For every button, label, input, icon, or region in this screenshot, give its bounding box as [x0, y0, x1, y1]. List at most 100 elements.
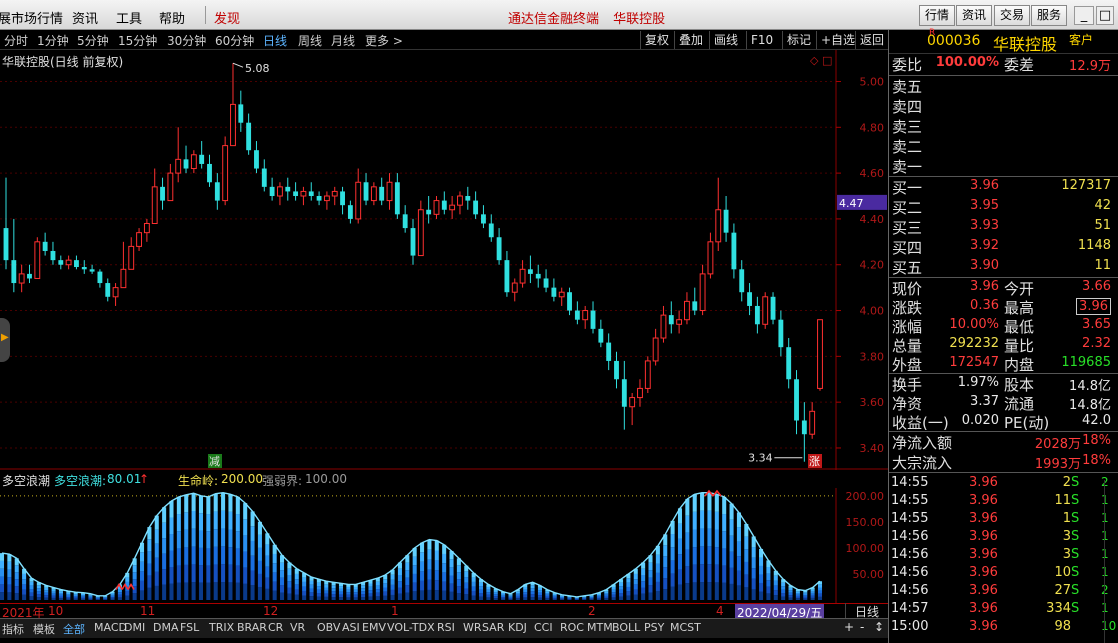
candle-body[interactable]: [778, 319, 784, 348]
period-more[interactable]: 更多 >: [365, 32, 403, 49]
tab-item[interactable]: 指标: [2, 621, 24, 637]
buy-level-row[interactable]: 买四 3.92 1148: [889, 237, 1118, 257]
tab-vr[interactable]: VR: [290, 621, 305, 634]
candle-body[interactable]: [786, 347, 792, 380]
side-panel-handle[interactable]: ▶: [0, 318, 10, 362]
minimize-icon[interactable]: _: [1074, 6, 1094, 25]
candle-body[interactable]: [519, 268, 526, 284]
candle-body[interactable]: [715, 209, 722, 243]
candle-body[interactable]: [175, 158, 182, 174]
candle-body[interactable]: [316, 196, 322, 201]
quote-row[interactable]: 涨跌 0.36 最高 3.96: [889, 297, 1118, 317]
f10-button[interactable]: F10: [746, 31, 777, 49]
tab-brar[interactable]: BRAR: [237, 621, 267, 634]
quote-row[interactable]: 现价 3.96 今开 3.66: [889, 278, 1118, 298]
candle-body[interactable]: [355, 181, 362, 220]
quote-button[interactable]: 行情: [919, 5, 956, 26]
quote-row[interactable]: 涨幅 10.00% 最低 3.65: [889, 316, 1118, 336]
candle-body[interactable]: [629, 397, 636, 408]
sell-level-row[interactable]: 卖四: [889, 96, 1118, 116]
candle-body[interactable]: [699, 273, 706, 312]
tab-mcst[interactable]: MCST: [670, 621, 701, 634]
fundamental-row[interactable]: 换手 1.97% 股本 14.8亿: [889, 374, 1118, 394]
tab-vol-tdx[interactable]: VOL-TDX: [387, 621, 435, 634]
candle-body[interactable]: [449, 204, 456, 211]
tab-obv[interactable]: OBV: [317, 621, 340, 634]
candle-body[interactable]: [285, 186, 291, 192]
tab-dma[interactable]: DMA: [153, 621, 179, 634]
candle-body[interactable]: [739, 269, 745, 293]
candle-body[interactable]: [762, 296, 769, 325]
committee-row[interactable]: 委比 100.00% 委差 12.9万: [889, 54, 1118, 75]
tab-macd[interactable]: MACD: [94, 621, 127, 634]
period-5min[interactable]: 5分钟: [77, 32, 109, 49]
zoom-in-icon[interactable]: +: [844, 620, 854, 634]
candle-body[interactable]: [363, 182, 369, 201]
candle-body[interactable]: [269, 186, 275, 197]
period-30min[interactable]: 30分钟: [167, 32, 206, 49]
price-chart[interactable]: 5.00 4.80 4.60 4.40 4.20 4.00 3.80 3.60 3.40 5.08…: [0, 50, 888, 470]
candle-body[interactable]: [692, 301, 698, 311]
candle-body[interactable]: [488, 223, 494, 238]
tick-row[interactable]: 14:56 3.96 3 S 1: [889, 529, 1118, 547]
resize-icon[interactable]: ↕: [874, 620, 884, 634]
candle-body[interactable]: [754, 305, 760, 325]
candle-body[interactable]: [535, 273, 541, 279]
candle-body[interactable]: [809, 410, 816, 435]
add-watchlist-button[interactable]: +自选: [816, 31, 859, 49]
candle-body[interactable]: [410, 228, 416, 256]
candle-body[interactable]: [151, 186, 158, 224]
candle-body[interactable]: [496, 237, 502, 261]
adjust-button[interactable]: 复权: [640, 31, 673, 49]
candle-body[interactable]: [308, 191, 314, 197]
candle-body[interactable]: [74, 260, 79, 268]
candle-body[interactable]: [402, 214, 408, 229]
buy-level-row[interactable]: 买一 3.96 127317: [889, 177, 1118, 197]
tick-row[interactable]: 14:57 3.96 334 S 1: [889, 601, 1118, 619]
service-button[interactable]: 服务: [1031, 5, 1068, 26]
stock-link[interactable]: 华联控股: [613, 12, 665, 27]
flow-row[interactable]: 大宗流入 1993万 18%: [889, 452, 1118, 472]
tab-roc[interactable]: ROC: [560, 621, 584, 634]
menu-tools[interactable]: 工具: [116, 8, 142, 27]
candle-body[interactable]: [65, 259, 72, 266]
candle-body[interactable]: [207, 163, 212, 183]
tick-row[interactable]: 14:55 3.96 1 S 1: [889, 511, 1118, 529]
candle-body[interactable]: [300, 190, 307, 197]
candle-body[interactable]: [27, 273, 32, 279]
zoom-out-icon[interactable]: -: [860, 620, 864, 634]
candle-body[interactable]: [323, 195, 330, 202]
candle-body[interactable]: [731, 232, 737, 270]
maximize-icon[interactable]: □: [1096, 6, 1114, 25]
sell-level-row[interactable]: 卖五: [889, 76, 1118, 96]
draw-button[interactable]: 画线: [709, 31, 742, 49]
candle-body[interactable]: [473, 200, 479, 215]
period-daily[interactable]: 日线: [263, 32, 287, 49]
candle-body[interactable]: [340, 191, 345, 206]
tab-dmi[interactable]: DMI: [124, 621, 145, 634]
candle-body[interactable]: [230, 103, 236, 147]
period-tick[interactable]: 分时: [4, 32, 28, 49]
customer-tag[interactable]: 客户: [1069, 31, 1093, 48]
tick-row[interactable]: 14:55 3.96 11 S 1: [889, 493, 1118, 511]
candle-body[interactable]: [794, 379, 799, 421]
tab-item[interactable]: 模板: [33, 621, 55, 637]
candle-body[interactable]: [660, 314, 667, 339]
candle-body[interactable]: [582, 310, 589, 321]
candle-body[interactable]: [543, 278, 549, 288]
candle-body[interactable]: [160, 186, 165, 201]
quote-row[interactable]: 总量 292232 量比 2.32: [889, 335, 1118, 355]
candle-body[interactable]: [81, 267, 87, 270]
mark-button[interactable]: 标记: [782, 31, 815, 49]
candle-body[interactable]: [598, 328, 604, 343]
candle-body[interactable]: [511, 282, 518, 293]
candle-body[interactable]: [441, 200, 447, 210]
fundamental-row[interactable]: 净资 3.37 流通 14.8亿: [889, 393, 1118, 413]
candle-body[interactable]: [120, 268, 127, 289]
candle-body[interactable]: [50, 250, 56, 261]
tab-emv[interactable]: EMV: [362, 621, 386, 634]
period-1min[interactable]: 1分钟: [37, 32, 69, 49]
flow-row[interactable]: 净流入额 2028万 18%: [889, 432, 1118, 452]
candle-body[interactable]: [426, 209, 432, 215]
candle-body[interactable]: [254, 150, 259, 169]
